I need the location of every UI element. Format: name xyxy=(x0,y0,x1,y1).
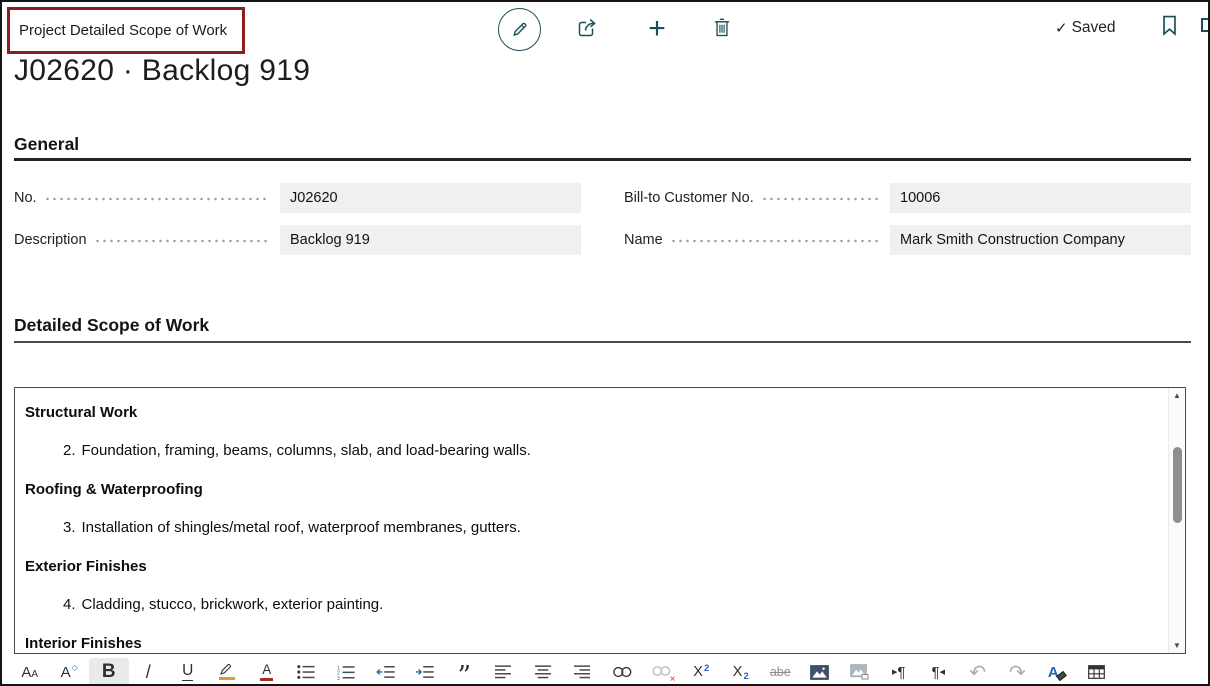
redo-button[interactable]: ↷ xyxy=(998,658,1038,686)
italic-button[interactable]: / xyxy=(129,658,169,686)
font-family-button[interactable]: AA xyxy=(10,658,50,686)
bookmark-icon xyxy=(1161,15,1178,36)
rt-numbered-item: 3.Installation of shingles/metal roof, w… xyxy=(25,509,1157,548)
rich-text-content[interactable]: Structural Work 2.Foundation, framing, b… xyxy=(15,388,1167,653)
insert-link-button[interactable] xyxy=(603,658,643,686)
editor-scrollbar[interactable]: ▲ ▼ xyxy=(1168,388,1185,653)
record-title: J02620 · Backlog 919 xyxy=(14,54,310,88)
undo-icon: ↶ xyxy=(969,660,986,685)
page-caption-highlight: Project Detailed Scope of Work xyxy=(7,7,245,54)
undo-button[interactable]: ↶ xyxy=(958,658,998,686)
align-left-icon xyxy=(495,665,512,679)
align-right-icon xyxy=(574,665,591,679)
rt-heading: Roofing & Waterproofing xyxy=(25,470,1157,509)
save-indicator: ✓ Saved xyxy=(1055,19,1116,37)
strikethrough-button[interactable]: abe xyxy=(761,658,801,686)
scroll-down-icon[interactable]: ▼ xyxy=(1169,641,1185,650)
scroll-up-icon[interactable]: ▲ xyxy=(1169,391,1185,400)
align-center-button[interactable] xyxy=(524,658,564,686)
saved-label: Saved xyxy=(1072,19,1116,37)
share-button[interactable] xyxy=(576,17,599,39)
share-icon xyxy=(576,17,599,39)
right-to-left-button[interactable]: ¶◀ xyxy=(919,658,959,686)
insert-image-button[interactable] xyxy=(800,658,840,686)
field-name: Name Mark Smith Construction Company xyxy=(624,225,1191,255)
rt-heading: Exterior Finishes xyxy=(25,547,1157,586)
no-input[interactable]: J02620 xyxy=(280,183,581,213)
scrollbar-thumb[interactable] xyxy=(1173,447,1182,523)
resize-image-button[interactable] xyxy=(840,658,880,686)
align-right-button[interactable] xyxy=(563,658,603,686)
blockquote-button[interactable]: ” xyxy=(445,658,485,686)
unlink-x-icon: × xyxy=(670,674,676,685)
superscript-button[interactable]: X2 xyxy=(682,658,722,686)
field-label: Bill-to Customer No. xyxy=(624,190,754,206)
table-icon xyxy=(1088,665,1105,679)
dotted-leader xyxy=(763,197,878,201)
window-icon[interactable] xyxy=(1201,18,1210,32)
rich-text-editor: Structural Work 2.Foundation, framing, b… xyxy=(14,387,1186,654)
general-divider xyxy=(14,158,1191,161)
delete-button[interactable] xyxy=(712,17,732,38)
bullet-list-button[interactable] xyxy=(287,658,327,686)
font-color-icon: A xyxy=(260,663,273,681)
rt-heading: Structural Work xyxy=(25,393,1157,432)
field-no: No. J02620 xyxy=(14,183,581,213)
decrease-indent-button[interactable] xyxy=(366,658,406,686)
plus-icon: + xyxy=(648,14,666,44)
editor-format-toolbar: AA A◇ B / U A 123 ” xyxy=(2,657,1208,686)
increase-indent-icon xyxy=(415,665,434,679)
dotted-leader xyxy=(46,197,268,201)
svg-text:3: 3 xyxy=(337,676,340,680)
field-label: Name xyxy=(624,232,663,248)
check-icon: ✓ xyxy=(1055,19,1068,37)
subscript-button[interactable]: X2 xyxy=(721,658,761,686)
pencil-icon xyxy=(509,19,530,40)
page: Project Detailed Scope of Work + ✓ Saved… xyxy=(0,0,1210,686)
rt-numbered-item: 4.Cladding, stucco, brickwork, exterior … xyxy=(25,586,1157,625)
field-billto-customer-no: Bill-to Customer No. 10006 xyxy=(624,183,1191,213)
billto-customer-no-input[interactable]: 10006 xyxy=(890,183,1191,213)
page-caption: Project Detailed Scope of Work xyxy=(19,22,227,39)
left-to-right-button[interactable]: ▶¶ xyxy=(879,658,919,686)
link-icon xyxy=(612,665,633,679)
align-left-button[interactable] xyxy=(484,658,524,686)
scope-divider xyxy=(14,341,1191,343)
bold-button[interactable]: B xyxy=(89,658,129,686)
clear-format-button[interactable]: A xyxy=(1037,658,1077,686)
align-center-icon xyxy=(535,665,552,679)
rt-heading: Interior Finishes xyxy=(25,624,1157,653)
font-color-button[interactable]: A xyxy=(247,658,287,686)
resize-image-icon xyxy=(850,664,869,680)
bookmark-button[interactable] xyxy=(1161,15,1178,41)
redo-icon: ↷ xyxy=(1009,660,1026,685)
image-icon xyxy=(810,665,829,680)
text-highlight-button[interactable] xyxy=(208,658,248,686)
decrease-indent-icon xyxy=(376,665,395,679)
field-label: Description xyxy=(14,232,87,248)
numbered-list-icon: 123 xyxy=(337,665,355,680)
section-general[interactable]: General xyxy=(14,134,79,155)
remove-link-button[interactable]: × xyxy=(642,658,682,686)
edit-button[interactable] xyxy=(498,8,541,51)
new-button[interactable]: + xyxy=(643,12,671,46)
dotted-leader xyxy=(672,239,878,243)
field-description: Description Backlog 919 xyxy=(14,225,581,255)
section-detailed-scope[interactable]: Detailed Scope of Work xyxy=(14,315,209,336)
rt-numbered-item: 2.Foundation, framing, beams, columns, s… xyxy=(25,432,1157,471)
font-size-button[interactable]: A◇ xyxy=(50,658,90,686)
general-fields: No. J02620 Bill-to Customer No. 10006 De… xyxy=(14,183,1191,255)
trash-icon xyxy=(712,17,732,38)
name-input[interactable]: Mark Smith Construction Company xyxy=(890,225,1191,255)
bullet-list-icon xyxy=(297,665,315,679)
dotted-leader xyxy=(96,239,268,243)
numbered-list-button[interactable]: 123 xyxy=(326,658,366,686)
description-input[interactable]: Backlog 919 xyxy=(280,225,581,255)
increase-indent-button[interactable] xyxy=(405,658,445,686)
field-label: No. xyxy=(14,190,37,206)
highlight-pen-icon xyxy=(219,664,235,680)
insert-table-button[interactable] xyxy=(1077,658,1117,686)
underline-button[interactable]: U xyxy=(168,658,208,686)
